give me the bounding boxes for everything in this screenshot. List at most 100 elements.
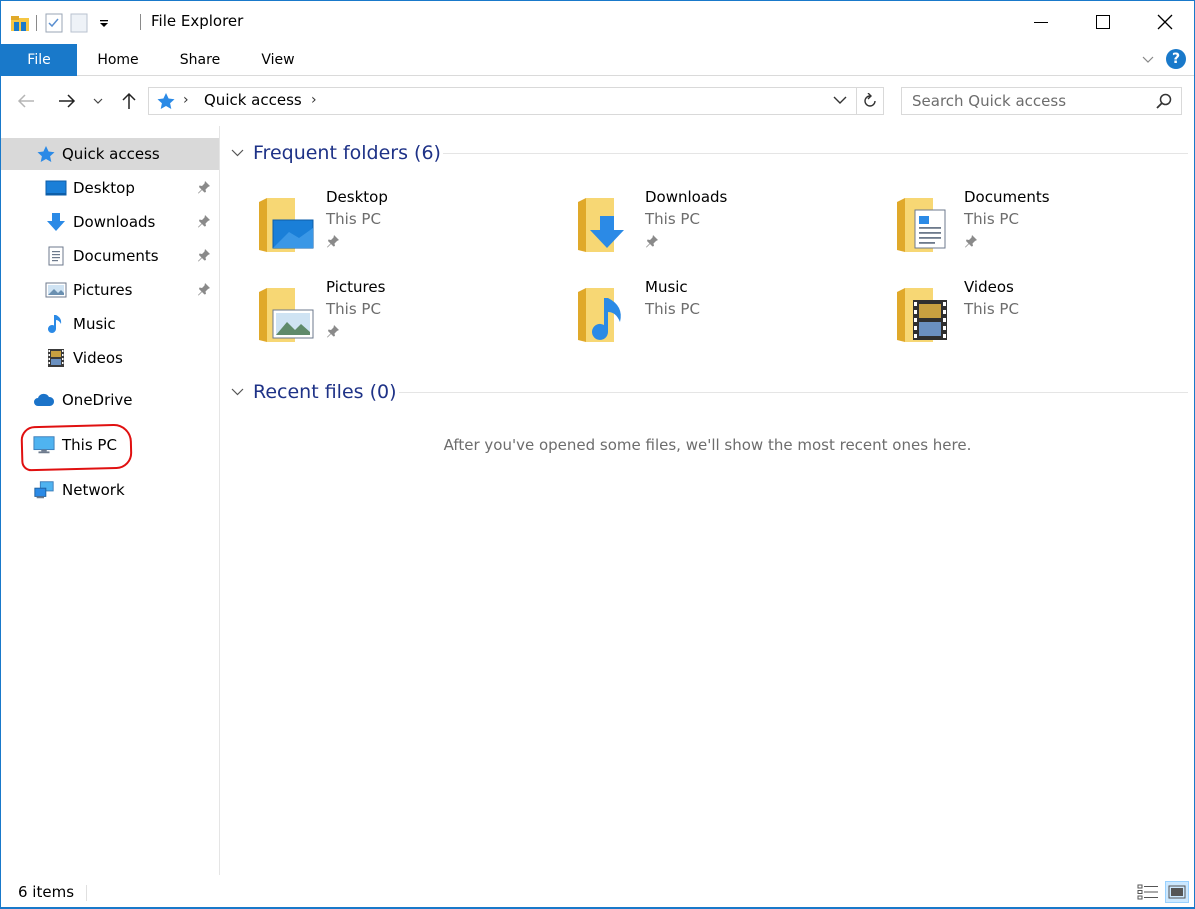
help-icon[interactable]: ? — [1166, 49, 1186, 69]
forward-button[interactable] — [56, 89, 78, 113]
properties-icon[interactable] — [43, 12, 65, 34]
music-folder-icon — [578, 288, 621, 342]
search-box[interactable] — [901, 87, 1182, 115]
recent-files-title: Recent files (0) — [253, 381, 397, 403]
desktop-icon — [45, 177, 67, 199]
address-history-dropdown[interactable] — [833, 94, 847, 108]
customize-qat-icon[interactable] — [93, 12, 115, 34]
sidebar-item-onedrive[interactable]: OneDrive — [1, 384, 219, 416]
folder-location: This PC — [326, 300, 381, 318]
folder-tile-desktop[interactable]: Desktop This PC — [225, 188, 525, 258]
downloads-icon — [45, 211, 67, 233]
pictures-icon — [45, 279, 67, 301]
recent-files-empty-message: After you've opened some files, we'll sh… — [443, 436, 972, 454]
minimize-button[interactable] — [1009, 1, 1073, 43]
frequent-folders-title: Frequent folders (6) — [253, 142, 441, 164]
folder-tile-documents[interactable]: Documents This PC — [863, 188, 1163, 258]
refresh-button[interactable] — [856, 87, 884, 115]
sidebar-item-label: This PC — [62, 436, 117, 454]
large-icons-view-icon — [1168, 885, 1186, 899]
folder-tile-downloads[interactable]: Downloads This PC — [544, 188, 844, 258]
sidebar-item-documents[interactable]: Documents — [1, 240, 219, 272]
videos-icon — [45, 347, 67, 369]
pin-icon[interactable] — [197, 282, 211, 300]
sidebar-item-quick-access[interactable]: Quick access — [1, 138, 219, 170]
sidebar-item-label: Desktop — [73, 179, 135, 197]
sidebar-item-network[interactable]: Network — [1, 474, 219, 506]
address-bar[interactable]: › Quick access › — [148, 87, 857, 115]
sidebar-item-label: Network — [62, 481, 125, 499]
title-bar: File Explorer — [1, 1, 1194, 43]
recent-files-header[interactable]: Recent files (0) — [231, 379, 397, 405]
tab-file[interactable]: File — [1, 44, 77, 76]
sidebar-item-videos[interactable]: Videos — [1, 342, 219, 374]
maximize-button[interactable] — [1071, 1, 1135, 43]
group-divider — [443, 153, 1188, 154]
folder-name: Pictures — [326, 278, 386, 296]
sidebar-item-this-pc[interactable]: This PC — [1, 429, 219, 461]
recent-locations-button[interactable] — [90, 89, 106, 113]
search-icon[interactable] — [1155, 92, 1173, 114]
folder-tile-videos[interactable]: Videos This PC — [863, 278, 1163, 348]
pin-icon[interactable] — [197, 248, 211, 266]
qat-separator — [36, 15, 37, 31]
sidebar-item-label: Downloads — [73, 213, 156, 231]
status-bar: 6 items — [1, 875, 1194, 908]
frequent-folders-header[interactable]: Frequent folders (6) — [231, 140, 441, 166]
sidebar-item-label: Documents — [73, 247, 159, 265]
close-icon — [1157, 14, 1173, 30]
up-button[interactable] — [118, 89, 140, 113]
breadcrumb-chevron-icon[interactable]: › — [311, 92, 317, 108]
status-separator — [86, 885, 87, 901]
onedrive-cloud-icon — [33, 389, 55, 411]
sidebar-item-downloads[interactable]: Downloads — [1, 206, 219, 238]
pin-icon[interactable] — [197, 180, 211, 198]
search-input[interactable] — [902, 88, 1152, 114]
tab-home[interactable]: Home — [83, 44, 153, 76]
sidebar-item-label: Music — [73, 315, 116, 333]
close-button[interactable] — [1133, 1, 1194, 43]
breadcrumb-separator-icon[interactable]: › — [183, 92, 189, 108]
back-button[interactable] — [15, 89, 37, 113]
chevron-down-icon — [231, 385, 245, 400]
pictures-folder-icon — [259, 288, 314, 342]
pin-icon — [964, 234, 978, 252]
sidebar-item-pictures[interactable]: Pictures — [1, 274, 219, 306]
details-view-icon — [1137, 884, 1158, 900]
pin-icon — [645, 234, 659, 252]
tab-share[interactable]: Share — [167, 44, 233, 76]
folder-name: Desktop — [326, 188, 388, 206]
folder-name: Music — [645, 278, 688, 296]
folder-tile-music[interactable]: Music This PC — [544, 278, 844, 348]
navigation-bar: › Quick access › — [1, 77, 1194, 125]
tab-view[interactable]: View — [247, 44, 309, 76]
folder-tile-pictures[interactable]: Pictures This PC — [225, 278, 525, 348]
expand-ribbon-button[interactable] — [1142, 50, 1154, 68]
maximize-icon — [1096, 15, 1110, 29]
sidebar-item-music[interactable]: Music — [1, 308, 219, 340]
details-view-button[interactable] — [1136, 881, 1160, 903]
explorer-app-icon[interactable] — [9, 12, 31, 34]
title-separator — [140, 14, 141, 30]
folder-location: This PC — [326, 210, 381, 228]
content-pane: Frequent folders (6) Desktop This PC Dow… — [221, 126, 1194, 875]
pin-icon — [326, 234, 340, 252]
quick-access-toolbar — [9, 11, 118, 35]
large-icons-view-button[interactable] — [1165, 881, 1189, 903]
pin-icon — [326, 324, 340, 342]
network-icon — [33, 479, 55, 501]
address-location[interactable]: Quick access — [204, 91, 302, 109]
folder-location: This PC — [645, 300, 700, 318]
sidebar-item-desktop[interactable]: Desktop — [1, 172, 219, 204]
ribbon-right-controls: ? — [1142, 49, 1186, 69]
pin-icon[interactable] — [197, 214, 211, 232]
group-divider — [399, 392, 1188, 393]
downloads-folder-icon — [578, 198, 624, 252]
chevron-down-icon — [93, 98, 103, 104]
new-folder-icon[interactable] — [68, 12, 90, 34]
folder-location: This PC — [964, 300, 1019, 318]
chevron-down-icon — [231, 146, 245, 161]
folder-name: Videos — [964, 278, 1014, 296]
sidebar-item-label: Videos — [73, 349, 123, 367]
sidebar-item-label: OneDrive — [62, 391, 133, 409]
